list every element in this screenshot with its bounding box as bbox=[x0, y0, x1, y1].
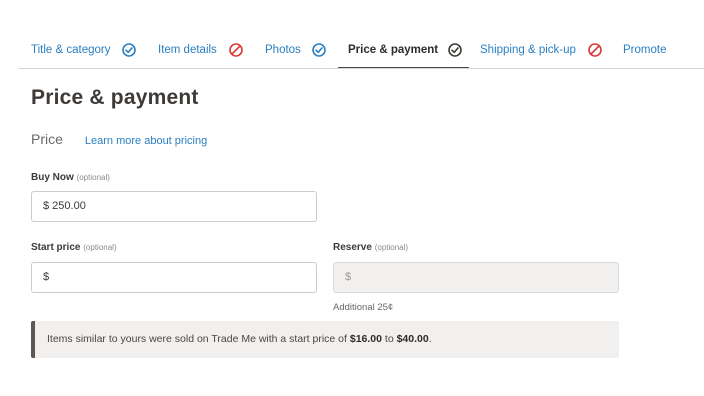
buy-now-input[interactable]: $ 250.00 bbox=[31, 191, 317, 222]
optional-hint: (optional) bbox=[374, 243, 409, 252]
reserve-fee-note: Additional 25¢ bbox=[333, 302, 394, 313]
learn-more-pricing-link[interactable]: Learn more about pricing bbox=[85, 135, 207, 147]
optional-hint: (optional) bbox=[76, 173, 110, 182]
tab-shipping-pickup[interactable]: Shipping & pick-up bbox=[480, 42, 602, 69]
notice-low-price: $16.00 bbox=[349, 333, 382, 345]
check-circle-icon bbox=[312, 43, 326, 57]
prohibited-icon bbox=[229, 43, 243, 57]
tab-title-category[interactable]: Title & category bbox=[31, 42, 137, 69]
price-heading: Price bbox=[31, 131, 63, 147]
price-section-header: Price Learn more about pricing bbox=[31, 131, 207, 147]
buy-now-label-text: Buy Now bbox=[31, 172, 74, 183]
progress-tabs: Title & category Item details Photos Pri… bbox=[0, 0, 704, 69]
check-circle-icon bbox=[122, 43, 137, 57]
tab-price-payment[interactable]: Price & payment bbox=[338, 42, 469, 69]
reserve-input[interactable]: $ bbox=[333, 262, 619, 293]
tab-photos[interactable]: Photos bbox=[265, 42, 326, 69]
tab-item-details[interactable]: Item details bbox=[158, 42, 243, 69]
tab-label: Promote bbox=[623, 44, 667, 56]
tab-label: Shipping & pick-up bbox=[480, 44, 576, 56]
notice-text: to bbox=[381, 333, 397, 345]
tabs-divider bbox=[18, 68, 704, 69]
tab-label: Item details bbox=[158, 44, 217, 56]
tab-label: Photos bbox=[265, 44, 301, 56]
start-price-label: Start price (optional) bbox=[31, 242, 117, 253]
tab-label: Price & payment bbox=[348, 44, 439, 56]
reserve-label-text: Reserve bbox=[333, 242, 372, 253]
optional-hint: (optional) bbox=[83, 243, 117, 252]
start-price-label-text: Start price bbox=[31, 242, 81, 253]
notice-text: Items similar to yours were sold on Trad… bbox=[47, 333, 350, 345]
buy-now-label: Buy Now (optional) bbox=[31, 172, 110, 183]
tab-label: Title & category bbox=[31, 44, 111, 56]
notice-text: . bbox=[428, 333, 432, 345]
check-circle-icon bbox=[448, 43, 462, 57]
prohibited-icon bbox=[588, 43, 602, 57]
notice-high-price: $40.00 bbox=[396, 333, 429, 345]
price-suggestion-notice: Items similar to yours were sold on Trad… bbox=[31, 321, 619, 358]
page-title: Price & payment bbox=[31, 86, 199, 109]
start-price-input[interactable]: $ bbox=[31, 262, 317, 293]
reserve-label: Reserve (optional) bbox=[333, 242, 408, 253]
tab-promote[interactable]: Promote bbox=[623, 42, 666, 69]
